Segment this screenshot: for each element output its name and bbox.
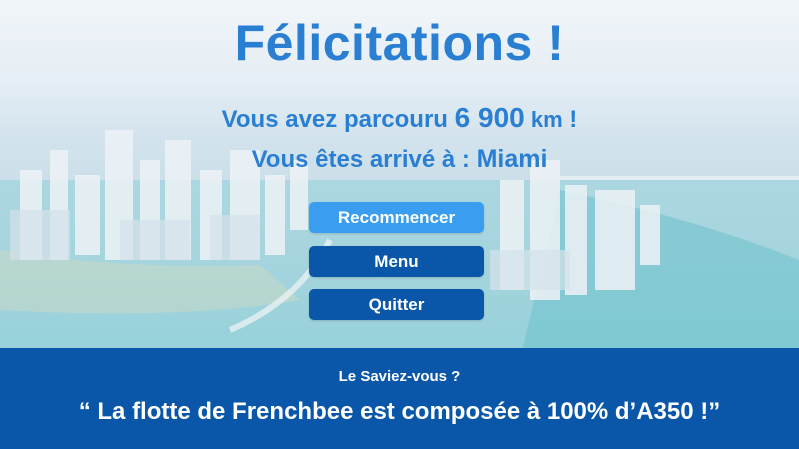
congratulations-title: Félicitations ! [234, 15, 565, 71]
end-screen: Félicitations ! Vous avez parcouru 6 900… [0, 0, 799, 449]
arrival-prefix: Vous êtes arrivé à : [251, 146, 477, 173]
distance-value: 6 900 [454, 102, 525, 133]
menu-button[interactable]: Menu [309, 246, 484, 277]
fun-fact-heading: Le Saviez-vous ? [338, 368, 461, 385]
fun-fact-banner: Le Saviez-vous ? “ La flotte de Frenchbe… [0, 348, 799, 449]
distance-suffix: ! [562, 106, 578, 133]
distance-unit: km [524, 107, 563, 132]
quit-button-label: Quitter [368, 294, 425, 314]
fun-fact-text: “ La flotte de Frenchbee est composée à … [78, 398, 721, 425]
arrival-city: Miami [476, 145, 548, 173]
distance-message: Vous avez parcouru 6 900 km ! [0, 102, 799, 134]
distance-prefix: Vous avez parcouru [221, 106, 455, 133]
restart-button-label: Recommencer [337, 207, 456, 227]
menu-button-label: Menu [374, 251, 419, 271]
quit-button[interactable]: Quitter [309, 289, 484, 320]
restart-button[interactable]: Recommencer [309, 202, 484, 233]
arrival-message: Vous êtes arrivé à : Miami [0, 145, 799, 174]
